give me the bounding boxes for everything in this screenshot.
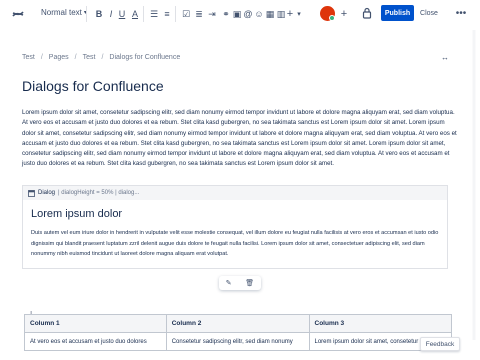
italic-icon: I <box>109 9 113 19</box>
macro-heading[interactable]: Lorem ipsum dolor <box>31 208 122 220</box>
plus-icon: + <box>286 8 294 20</box>
text-color-icon: A <box>131 9 138 19</box>
indent-button[interactable]: ⇥ <box>207 6 217 22</box>
emoji-icon: ☺ <box>254 9 264 19</box>
feedback-button[interactable]: Feedback <box>420 337 460 351</box>
table-icon: ▦ <box>265 8 275 19</box>
breadcrumb-item[interactable]: Pages <box>49 54 69 61</box>
alignment-button[interactable]: ≣ <box>194 6 204 22</box>
table-header-cell[interactable]: Column 1 <box>24 314 167 333</box>
toolbar-divider <box>86 6 87 22</box>
table-button[interactable]: ▦ <box>265 6 275 22</box>
scrollbar[interactable] <box>472 30 476 340</box>
page-title[interactable]: Dialogs for Confluence <box>22 78 164 94</box>
italic-button[interactable]: I <box>106 6 116 22</box>
link-icon: ⚭ <box>222 8 230 19</box>
link-button[interactable]: ⚭ <box>221 6 231 22</box>
table-cell[interactable]: Consetetur sadipscing elitr, sed diam no… <box>165 332 310 351</box>
insert-more-button[interactable]: ▾ <box>294 6 304 22</box>
more-options-icon[interactable]: ••• <box>452 5 470 21</box>
delete-icon[interactable]: 🗑 <box>245 279 254 287</box>
macro-body-text[interactable]: Duis autem vel eum iriure dolor in hendr… <box>31 228 443 260</box>
presence-badge <box>329 15 335 21</box>
mention-button[interactable]: @ <box>243 6 253 22</box>
task-list-icon: ☑ <box>181 8 191 19</box>
publish-button[interactable]: Publish <box>381 5 414 21</box>
numbered-list-button[interactable]: ≡ <box>162 6 172 22</box>
bold-icon: B <box>95 9 103 19</box>
macro-params: | dialogHeight = 50% | dialog... <box>58 190 140 196</box>
close-button[interactable]: Close <box>418 5 440 21</box>
bullet-list-icon: ☰ <box>149 8 159 19</box>
plus-icon: + <box>340 8 348 20</box>
macro-header: Dialog | dialogHeight = 50% | dialog... <box>23 186 447 200</box>
image-icon: ▣ <box>232 8 242 19</box>
table-header-cell[interactable]: Column 2 <box>165 314 310 333</box>
task-list-button[interactable]: ☑ <box>181 6 191 22</box>
numbered-list-icon: ≡ <box>164 9 170 19</box>
emoji-button[interactable]: ☺ <box>254 6 264 22</box>
layout-icon: ▥ <box>276 8 286 19</box>
macro-action-bar: ✎ 🗑 <box>219 276 261 290</box>
breadcrumb-separator: / <box>74 54 77 61</box>
table-row: At vero eos et accusam et justo duo dolo… <box>24 332 452 351</box>
content-table: Column 1 Column 2 Column 3 At vero eos e… <box>24 314 452 351</box>
breadcrumb: Test / Pages / Test / Dialogs for Conflu… <box>22 54 180 61</box>
table-cell[interactable]: At vero eos et accusam et justo duo dolo… <box>24 332 167 351</box>
breadcrumb-separator: / <box>101 54 104 61</box>
macro-name: Dialog <box>38 190 56 196</box>
text-style-dropdown[interactable]: Normal text ▾ <box>41 8 87 17</box>
breadcrumb-item[interactable]: Test <box>83 54 96 61</box>
text-color-button[interactable]: A <box>130 6 140 22</box>
body-paragraph[interactable]: Lorem ipsum dolor sit amet, consetetur s… <box>22 108 458 170</box>
breadcrumb-item[interactable]: Dialogs for Confluence <box>109 54 180 61</box>
macro-icon <box>28 189 35 197</box>
align-icon: ≣ <box>195 8 203 19</box>
breadcrumb-item[interactable]: Test <box>22 54 35 61</box>
bullet-list-button[interactable]: ☰ <box>149 6 159 22</box>
dialog-macro[interactable]: Dialog | dialogHeight = 50% | dialog... … <box>22 185 448 269</box>
breadcrumb-separator: / <box>40 54 43 61</box>
edit-icon[interactable]: ✎ <box>226 279 232 287</box>
table-header-row: Column 1 Column 2 Column 3 <box>24 314 452 333</box>
toolbar-divider <box>143 6 144 22</box>
underline-icon: U <box>118 9 126 19</box>
toolbar-divider <box>175 6 176 22</box>
table-header-cell[interactable]: Column 3 <box>308 314 452 333</box>
editor-toolbar: Normal text ▾ B I U A ☰ ≡ ☑ ≣ ⇥ ⚭ ▣ @ ☺ … <box>0 0 480 28</box>
mention-icon: @ <box>243 9 253 19</box>
bold-button[interactable]: B <box>94 6 104 22</box>
text-style-label: Normal text <box>41 8 82 17</box>
lock-icon[interactable] <box>362 7 372 19</box>
chevron-down-icon: ▾ <box>297 11 301 18</box>
add-collaborator-button[interactable]: + <box>339 6 349 22</box>
feedback-label: Feedback <box>425 340 455 348</box>
confluence-logo-icon[interactable] <box>12 8 24 20</box>
expand-width-icon[interactable]: ↔ <box>441 53 449 62</box>
indent-icon: ⇥ <box>208 8 216 19</box>
underline-button[interactable]: U <box>117 6 127 22</box>
image-button[interactable]: ▣ <box>232 6 242 22</box>
